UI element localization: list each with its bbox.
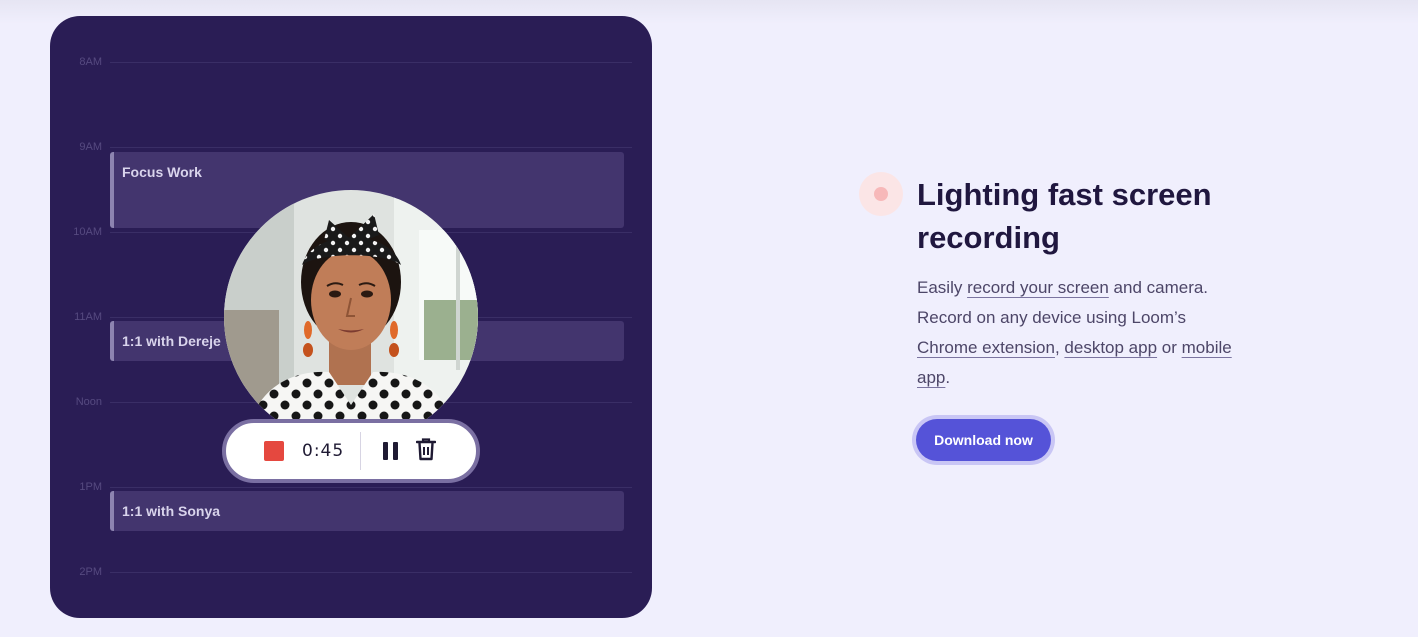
recording-controls: 0:45: [222, 419, 480, 483]
event-title: 1:1 with Sonya: [122, 503, 221, 519]
hour-line: [110, 572, 632, 573]
event-title: 1:1 with Dereje: [122, 333, 221, 349]
hour-label-11am: 11AM: [74, 311, 102, 323]
chrome-extension-link[interactable]: Chrome extension: [917, 338, 1055, 357]
desktop-app-link[interactable]: desktop app: [1064, 338, 1157, 357]
hour-line: [110, 62, 632, 63]
camera-bubble-avatar: [224, 190, 478, 444]
download-button-ring: Download now: [912, 415, 1055, 465]
stop-square-icon[interactable]: [264, 441, 284, 461]
desc-text: Easily: [917, 278, 968, 297]
desc-text: or: [1157, 338, 1182, 357]
controls-divider: [360, 432, 362, 470]
desc-text: .: [945, 368, 951, 387]
calendar-panel: 8AM 9AM 10AM 11AM Noon 1PM 2PM Focus Wor…: [50, 16, 652, 618]
hour-label-1pm: 1PM: [79, 481, 102, 493]
hour-label-noon: Noon: [75, 396, 102, 408]
hour-line: [110, 487, 632, 488]
download-now-button[interactable]: Download now: [916, 419, 1051, 461]
presenter-portrait: [224, 190, 478, 444]
event-title: Focus Work: [122, 164, 202, 180]
trash-icon[interactable]: [415, 437, 437, 466]
desc-text: ,: [1054, 338, 1065, 357]
hour-label-8am: 8AM: [79, 56, 102, 68]
hour-label-10am: 10AM: [73, 226, 102, 238]
feature-title: Lighting fast screen recording: [917, 177, 1212, 255]
calendar-event-sonya[interactable]: 1:1 with Sonya: [110, 491, 624, 531]
feature-description: Easily record your screen and camera. Re…: [917, 273, 1237, 393]
pause-icon[interactable]: [383, 442, 399, 460]
recording-timer: 0:45: [302, 441, 345, 461]
feature-bullet-icon: [859, 172, 903, 216]
record-your-screen-link[interactable]: record your screen: [967, 278, 1109, 297]
hour-label-2pm: 2PM: [79, 566, 102, 578]
hour-line: [110, 147, 632, 148]
hour-label-9am: 9AM: [79, 141, 102, 153]
